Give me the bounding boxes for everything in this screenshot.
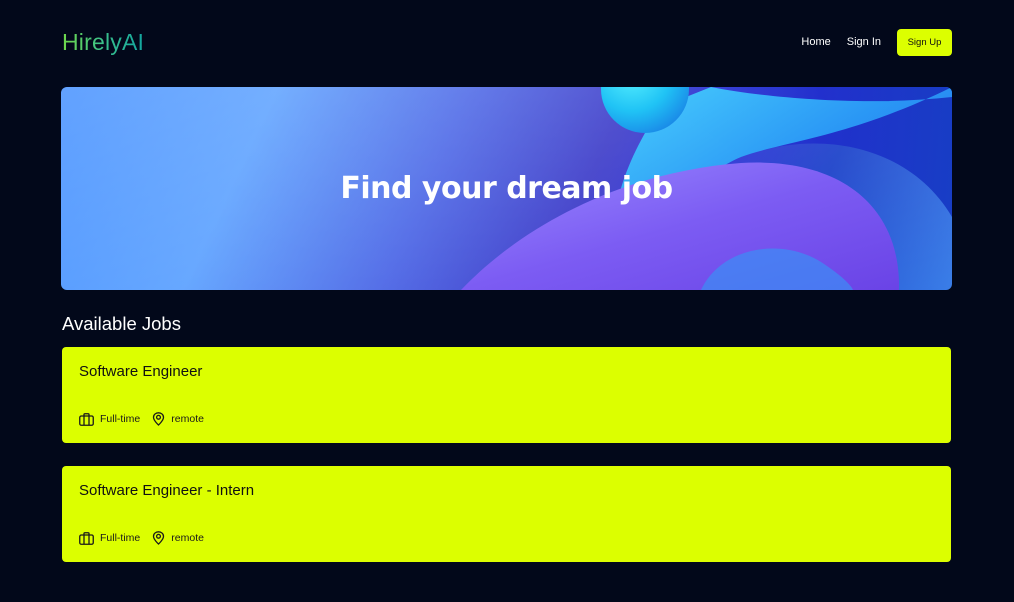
- job-title: Software Engineer - Intern: [79, 482, 255, 499]
- available-jobs-heading: Available Jobs: [62, 313, 181, 334]
- job-meta: Full-time remote: [79, 531, 216, 545]
- logo[interactable]: HirelyAI: [62, 29, 144, 56]
- job-location: remote: [152, 412, 204, 426]
- job-location-label: remote: [171, 413, 204, 425]
- job-card[interactable]: Software Engineer Full-time remote: [62, 347, 951, 443]
- map-pin-icon: [153, 412, 165, 426]
- nav-home-link[interactable]: Home: [801, 36, 830, 48]
- hero-banner: Find your dream job: [61, 87, 952, 290]
- nav-links: Home Sign In Sign Up: [801, 28, 952, 56]
- briefcase-icon: [79, 531, 94, 545]
- job-title: Software Engineer: [79, 363, 203, 380]
- hero-title: Find your dream job: [340, 171, 673, 206]
- sign-up-button[interactable]: Sign Up: [897, 28, 952, 56]
- page: HirelyAI Home Sign In Sign Up Find your …: [0, 0, 1014, 602]
- nav-sign-in-link[interactable]: Sign In: [847, 36, 881, 48]
- briefcase-icon: [79, 412, 94, 426]
- job-type: Full-time: [79, 531, 141, 545]
- job-type: Full-time: [79, 412, 141, 426]
- job-location: remote: [152, 531, 204, 545]
- job-card[interactable]: Software Engineer - Intern Full-time rem…: [62, 466, 951, 562]
- navbar: HirelyAI Home Sign In Sign Up: [62, 28, 952, 56]
- job-meta: Full-time remote: [79, 412, 216, 426]
- job-type-label: Full-time: [100, 532, 141, 544]
- map-pin-icon: [153, 531, 165, 545]
- job-type-label: Full-time: [100, 413, 141, 425]
- job-location-label: remote: [171, 532, 204, 544]
